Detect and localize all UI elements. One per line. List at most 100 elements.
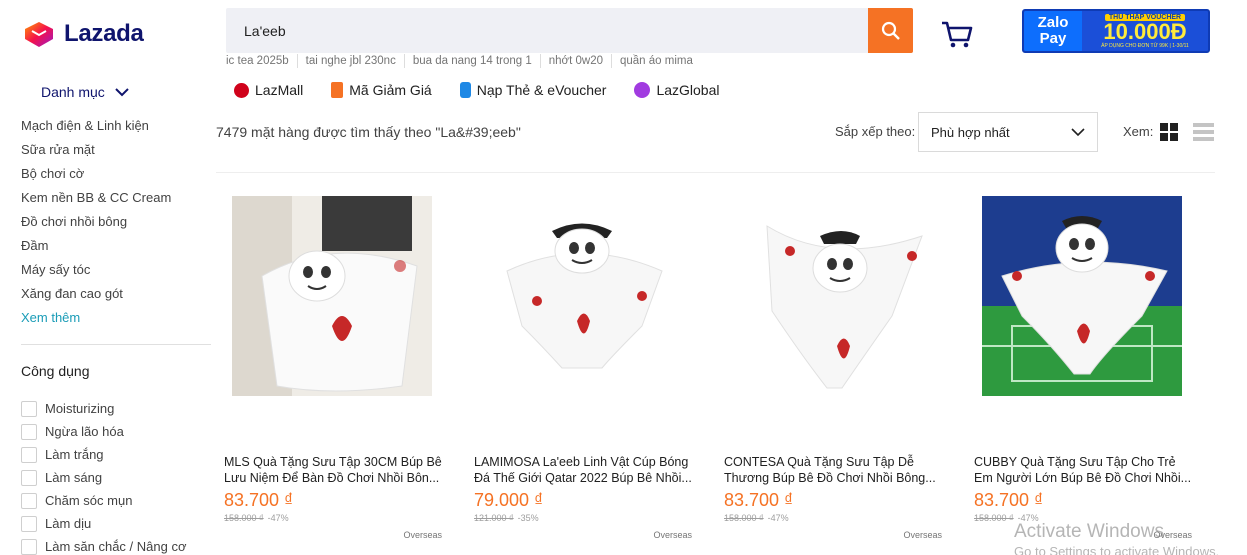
usage-option-label: Moisturizing — [45, 401, 115, 416]
voucher-info: THU THẬP VOUCHER 10.000Đ ÁP DỤNG CHO ĐƠN… — [1082, 13, 1208, 49]
usage-option-label: Ngừa lão hóa — [45, 424, 124, 439]
suggestion-link[interactable]: bua da nang 14 trong 1 — [403, 54, 540, 68]
zalopay-line1: Zalo — [1037, 14, 1069, 31]
brand-name: Lazada — [64, 20, 144, 47]
chevron-down-icon — [1071, 127, 1085, 136]
category-item[interactable]: Đồ chơi nhồi bông — [21, 210, 171, 234]
suggestion-link[interactable]: ic tea 2025b — [226, 54, 297, 68]
product-card[interactable]: LAMIMOSA La'eeb Linh Vật Cúp Bóng Đá Thế… — [474, 196, 706, 540]
product-origin: Overseas — [903, 530, 942, 540]
usage-option[interactable]: Chăm sóc mụn — [21, 489, 186, 512]
topup-icon — [459, 82, 471, 98]
usage-option-label: Làm dịu — [45, 516, 92, 531]
search-icon — [881, 21, 900, 40]
sort-label: Sắp xếp theo: — [835, 124, 916, 139]
usage-filter-list: Moisturizing Ngừa lão hóa Làm trắng Làm … — [21, 397, 186, 555]
sort-select[interactable]: Phù hợp nhất — [918, 112, 1098, 152]
zalopay-line2: Pay — [1039, 30, 1067, 47]
topup-link[interactable]: Nạp Thẻ & eVoucher — [459, 82, 607, 98]
product-card[interactable]: MLS Quà Tặng Sưu Tập 30CM Búp Bê Lưu Niệ… — [224, 196, 456, 540]
usage-option-label: Làm sáng — [45, 470, 103, 485]
suggestion-link[interactable]: quần áo mima — [610, 54, 701, 68]
lazmall-link[interactable]: LazMall — [234, 82, 303, 98]
category-item[interactable]: Kem nền BB & CC Cream — [21, 186, 171, 210]
windows-activation-hint: Go to Settings to activate Windows. — [1014, 544, 1220, 555]
product-image[interactable] — [732, 196, 932, 396]
usage-option[interactable]: Làm sáng — [21, 466, 186, 489]
product-price: 83.700 ₫ — [974, 490, 1044, 510]
checkbox[interactable] — [21, 492, 37, 509]
lazmall-icon — [234, 82, 249, 98]
category-dropdown[interactable]: Danh mục — [41, 84, 129, 100]
lazglobal-label: LazGlobal — [656, 82, 720, 98]
product-image[interactable] — [982, 196, 1182, 396]
original-price: 158.000 ₫ — [224, 513, 264, 523]
search-button[interactable] — [868, 8, 913, 53]
voucher-label: Mã Giảm Giá — [349, 82, 432, 98]
see-more-link[interactable]: Xem thêm — [21, 306, 171, 330]
search-input[interactable] — [226, 8, 868, 53]
checkbox[interactable] — [21, 446, 37, 463]
voucher-icon — [331, 82, 344, 98]
lazada-logo[interactable]: Lazada — [22, 19, 144, 49]
checkbox[interactable] — [21, 400, 37, 417]
lazglobal-link[interactable]: LazGlobal — [634, 82, 719, 98]
laeeb-plush-image — [766, 225, 923, 389]
zalopay-voucher-banner[interactable]: Zalo Pay THU THẬP VOUCHER 10.000Đ ÁP DỤN… — [1022, 9, 1210, 53]
product-card[interactable]: CUBBY Quà Tặng Sưu Tập Cho Trẻ Em Người … — [974, 196, 1206, 540]
suggestion-link[interactable]: tai nghe jbl 230nc — [296, 54, 404, 68]
product-title[interactable]: LAMIMOSA La'eeb Linh Vật Cúp Bóng Đá Thế… — [474, 454, 696, 486]
category-item[interactable]: Sữa rửa mặt — [21, 138, 171, 162]
cart-icon[interactable] — [940, 17, 974, 51]
lazmall-label: LazMall — [255, 82, 304, 98]
discount-badge: -47% — [267, 513, 289, 523]
original-price: 158.000 ₫ — [724, 513, 764, 523]
checkbox[interactable] — [21, 423, 37, 440]
voucher-amount: 10.000Đ — [1103, 18, 1187, 44]
category-item[interactable]: Đầm — [21, 234, 171, 258]
category-item[interactable]: Bộ chơi cờ — [21, 162, 171, 186]
usage-option[interactable]: Làm săn chắc / Nâng cơ — [21, 535, 186, 555]
price-original-row: 158.000 ₫ -47% — [724, 513, 956, 523]
product-origin: Overseas — [403, 530, 442, 540]
list-view-icon[interactable] — [1193, 123, 1214, 141]
search-suggestions: ic tea 2025b tai nghe jbl 230nc bua da n… — [226, 54, 701, 68]
product-title[interactable]: CONTESA Quà Tặng Sưu Tập Dễ Thương Búp B… — [724, 454, 946, 486]
usage-option-label: Làm trắng — [45, 447, 104, 462]
laeeb-plush-image — [506, 223, 663, 369]
usage-option[interactable]: Ngừa lão hóa — [21, 420, 186, 443]
product-card[interactable]: CONTESA Quà Tặng Sưu Tập Dễ Thương Búp B… — [724, 196, 956, 540]
product-title[interactable]: CUBBY Quà Tặng Sưu Tập Cho Trẻ Em Người … — [974, 454, 1196, 486]
usage-option[interactable]: Moisturizing — [21, 397, 186, 420]
voucher-link[interactable]: Mã Giảm Giá — [331, 82, 432, 98]
sidebar-divider — [21, 344, 211, 345]
usage-option[interactable]: Làm trắng — [21, 443, 186, 466]
page: Lazada Zalo Pay THU THẬP VOUCHER 10.000Đ… — [0, 0, 1247, 555]
checkbox[interactable] — [21, 515, 37, 532]
product-title[interactable]: MLS Quà Tặng Sưu Tập 30CM Búp Bê Lưu Niệ… — [224, 454, 446, 486]
checkbox[interactable] — [21, 469, 37, 486]
product-origin: Overseas — [653, 530, 692, 540]
product-image[interactable] — [232, 196, 432, 396]
sort-value: Phù hợp nhất — [931, 124, 1010, 140]
topup-label: Nạp Thẻ & eVoucher — [476, 82, 607, 98]
toolbar-divider — [216, 172, 1215, 173]
grid-view-icon[interactable] — [1160, 123, 1178, 141]
category-item[interactable]: Xăng đan cao gót — [21, 282, 171, 306]
product-price: 83.700 ₫ — [224, 490, 294, 510]
original-price: 158.000 ₫ — [974, 513, 1014, 523]
laeeb-stadium-image — [982, 196, 1182, 396]
category-item[interactable]: Máy sấy tóc — [21, 258, 171, 282]
product-image[interactable] — [482, 196, 682, 396]
laeeb-plush-image — [232, 196, 418, 396]
result-count: 7479 mặt hàng được tìm thấy theo "La&#39… — [216, 124, 521, 140]
category-list: Mạch điện & Linh kiện Sữa rửa mặt Bộ chơ… — [21, 114, 171, 330]
suggestion-link[interactable]: nhớt 0w20 — [539, 54, 611, 68]
category-title: Danh mục — [41, 84, 105, 100]
checkbox[interactable] — [21, 538, 37, 555]
channel-links: LazMall Mã Giảm Giá Nạp Thẻ & eVoucher L… — [234, 82, 719, 98]
voucher-note: ÁP DỤNG CHO ĐƠN TỪ 99K | 1-30/11 — [1101, 42, 1189, 49]
usage-option[interactable]: Làm dịu — [21, 512, 186, 535]
category-item[interactable]: Mạch điện & Linh kiện — [21, 114, 171, 138]
discount-badge: -35% — [517, 513, 539, 523]
